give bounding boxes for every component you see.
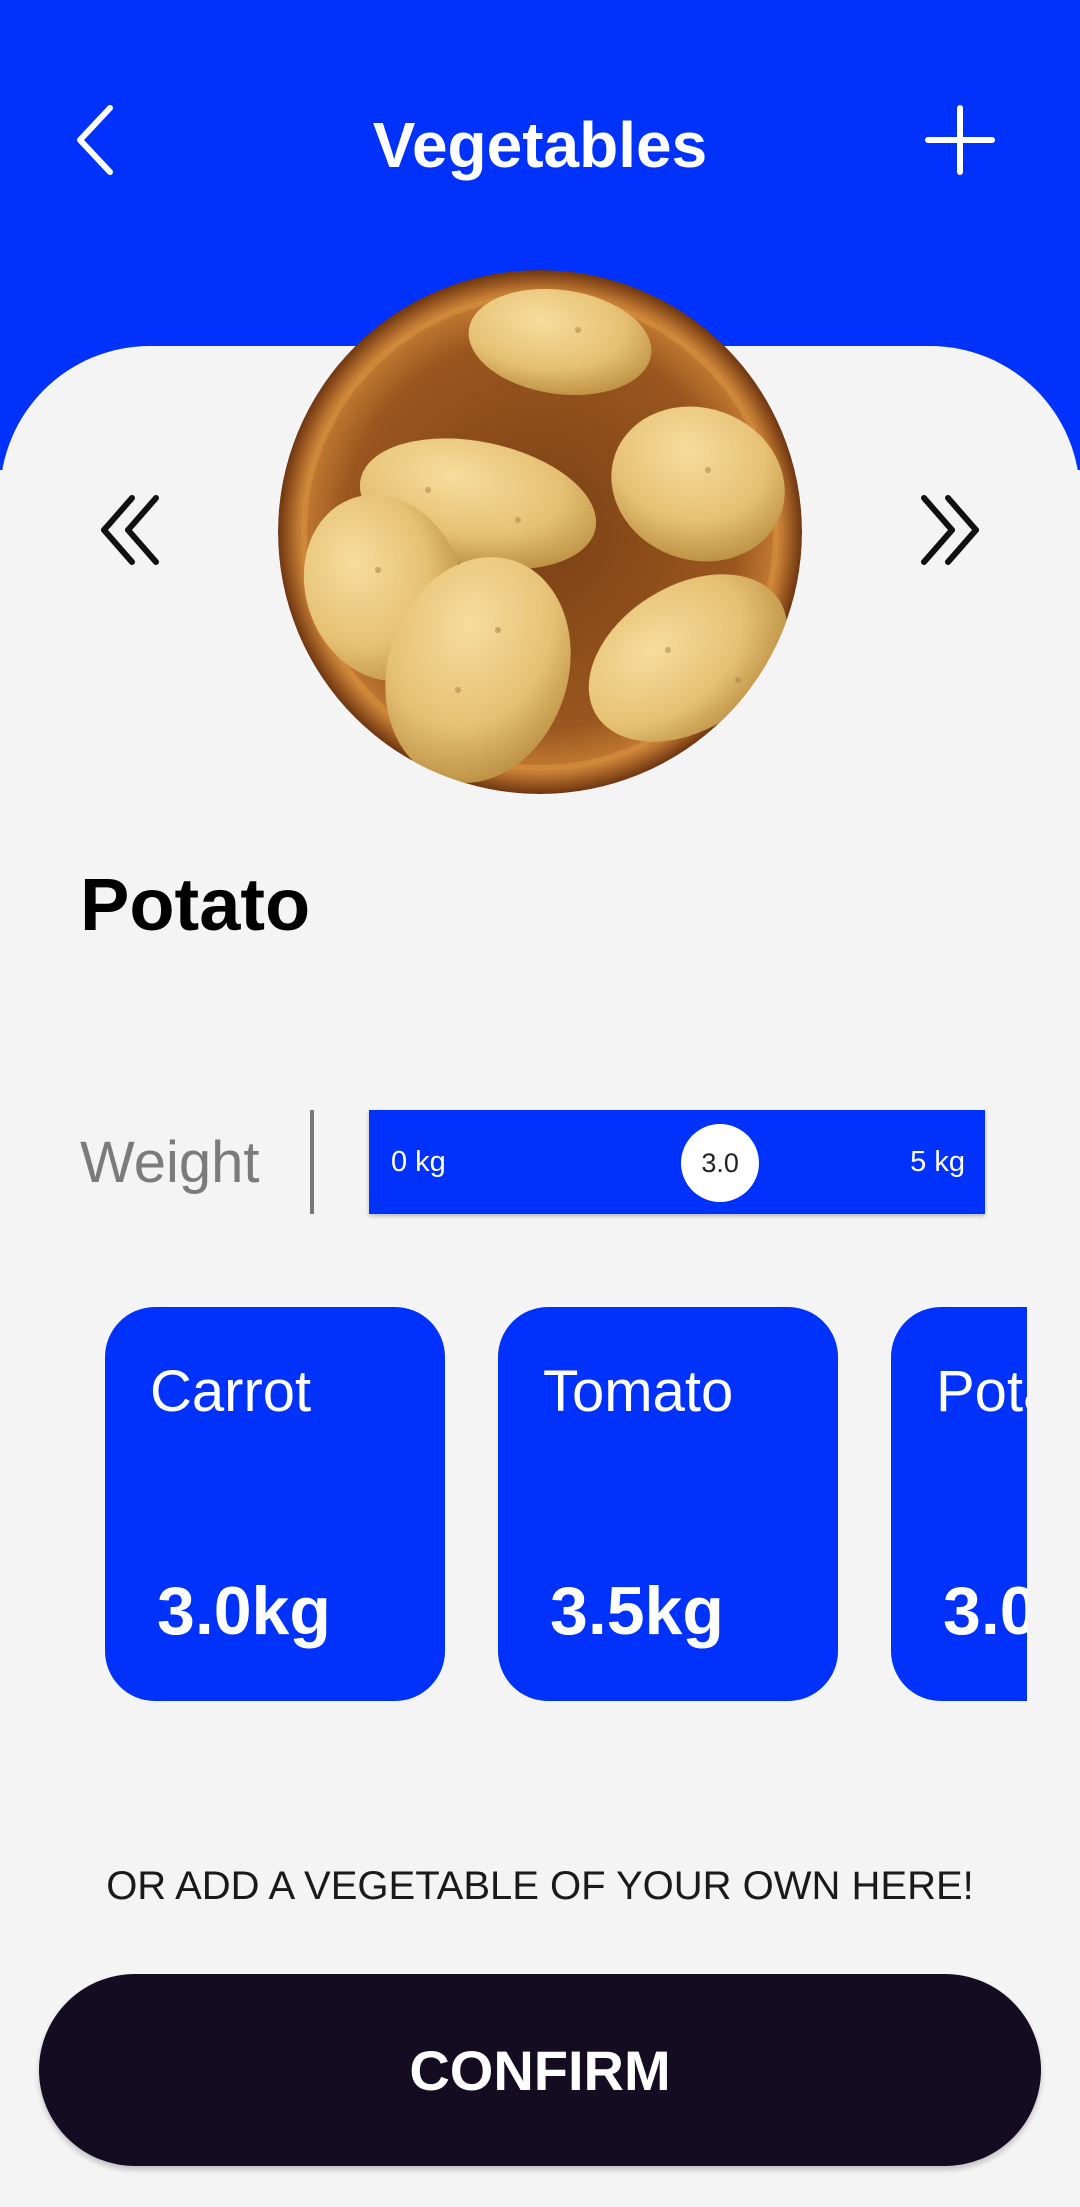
card-weight: 3.5kg bbox=[550, 1573, 724, 1649]
card-name: Carrot bbox=[150, 1359, 312, 1424]
vegetable-card-tomato[interactable]: Tomato 3.5kg bbox=[498, 1307, 838, 1701]
add-own-vegetable-link[interactable]: OR ADD A VEGETABLE OF YOUR OWN HERE! bbox=[0, 1858, 1080, 1914]
slider-min-label: 0 kg bbox=[391, 1146, 446, 1178]
weight-divider bbox=[310, 1110, 314, 1214]
back-button[interactable] bbox=[60, 95, 130, 185]
card-weight: 3.0kg bbox=[943, 1573, 1027, 1649]
chevron-left-icon bbox=[77, 105, 113, 175]
card-name: Tomato bbox=[543, 1359, 734, 1424]
vegetable-image bbox=[278, 270, 802, 794]
plus-icon bbox=[925, 105, 995, 175]
card-weight: 3.0kg bbox=[157, 1573, 331, 1649]
double-chevron-right-icon bbox=[921, 495, 979, 565]
selected-vegetable-name: Potato bbox=[80, 863, 311, 946]
add-button[interactable] bbox=[920, 95, 1000, 185]
confirm-button[interactable]: CONFIRM bbox=[39, 1974, 1041, 2166]
slider-value-label: 3.0 bbox=[701, 1147, 739, 1178]
previous-vegetable-button[interactable] bbox=[95, 490, 165, 570]
page-title: Vegetables bbox=[372, 109, 708, 181]
slider-thumb[interactable]: 3.0 bbox=[681, 1124, 760, 1202]
slider-max-label: 5 kg bbox=[910, 1146, 965, 1178]
vegetable-card-potato[interactable]: Potato 3.0kg bbox=[891, 1307, 1027, 1701]
weight-label: Weight bbox=[80, 1130, 260, 1195]
vegetable-cards-list[interactable]: Carrot 3.0kg Tomato 3.5kg Potato 3.0kg bbox=[105, 1307, 1027, 1701]
card-name: Potato bbox=[936, 1359, 1027, 1424]
weight-slider[interactable]: 0 kg 5 kg 3.0 bbox=[369, 1110, 985, 1214]
double-chevron-left-icon bbox=[101, 495, 159, 565]
app-screen: Vegetables Potato Weight 0 kg 5 kg 3.0 C… bbox=[0, 0, 1080, 2207]
vegetable-card-carrot[interactable]: Carrot 3.0kg bbox=[105, 1307, 445, 1701]
next-vegetable-button[interactable] bbox=[915, 490, 985, 570]
